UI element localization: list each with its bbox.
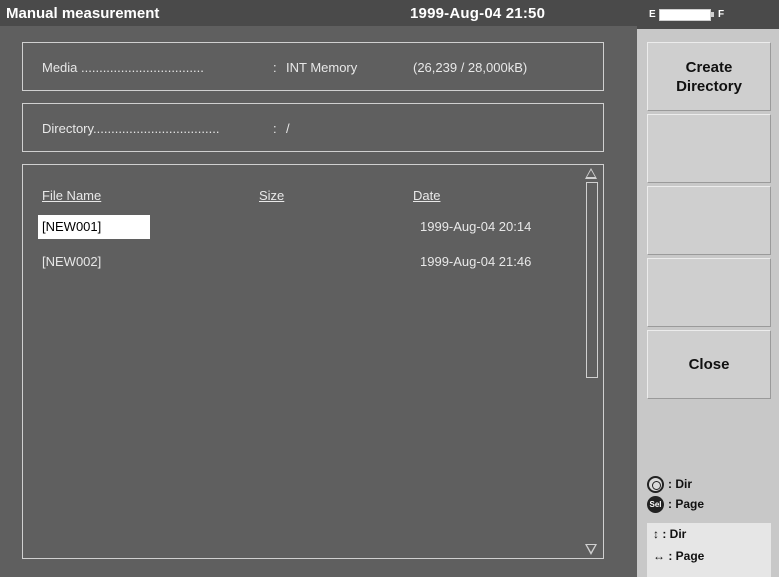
file-date: 1999-Aug-04 21:46 [420, 254, 532, 269]
legend-rotary: : Dir [647, 474, 771, 494]
function-key-2[interactable] [647, 114, 771, 183]
title-bar: Manual measurement 1999-Aug-04 21:50 [0, 0, 637, 26]
legend-rotary-text: : Dir [668, 477, 692, 491]
file-name: [NEW002] [42, 254, 102, 269]
directory-panel: Directory...............................… [22, 103, 604, 152]
battery-terminal [711, 12, 714, 17]
create-directory-button[interactable]: Create Directory [647, 42, 771, 111]
sel-button-icon: Sel [647, 495, 664, 513]
left-right-arrow-icon: ↔ [653, 549, 665, 563]
arrow-key-legend: ↕ : Dir ↔ : Page [647, 523, 771, 577]
column-header-date[interactable]: Date [413, 188, 440, 203]
scroll-down-arrow-icon[interactable] [585, 544, 597, 555]
media-usage: (26,239 / 28,000kB) [413, 60, 528, 75]
legend-leftright-text: : Page [668, 549, 705, 563]
media-label: Media .................................. [42, 60, 204, 75]
close-button[interactable]: Close [647, 330, 771, 399]
file-row[interactable]: [NEW001] 1999-Aug-04 20:14 [38, 215, 558, 239]
up-down-arrow-icon: ↕ [653, 527, 659, 541]
scroll-up-arrow-icon[interactable] [585, 168, 597, 179]
knob-legend: : Dir Sel : Page [647, 474, 771, 514]
function-key-4[interactable] [647, 258, 771, 327]
media-panel: Media ..................................… [22, 42, 604, 91]
column-header-size[interactable]: Size [259, 188, 284, 203]
directory-separator: : [273, 121, 277, 136]
legend-select: Sel : Page [647, 494, 771, 514]
column-header-filename[interactable]: File Name [42, 188, 101, 203]
directory-label: Directory...............................… [42, 121, 220, 136]
battery-icon [659, 9, 711, 21]
function-key-panel: Create Directory Close : Dir Sel : Page … [637, 29, 779, 577]
legend-updown: ↕ : Dir [653, 527, 686, 541]
battery-empty-label: E [649, 9, 656, 20]
page-title: Manual measurement [6, 5, 160, 22]
clock: 1999-Aug-04 21:50 [410, 5, 546, 22]
scrollbar-thumb[interactable] [586, 182, 598, 378]
battery-indicator: E F [637, 0, 779, 29]
file-list[interactable]: File Name Size Date [NEW001] 1999-Aug-04… [22, 164, 604, 559]
media-value: INT Memory [286, 60, 358, 75]
file-name: [NEW001] [38, 215, 150, 239]
file-row[interactable]: [NEW002] 1999-Aug-04 21:46 [38, 250, 558, 274]
battery-full-label: F [718, 9, 725, 20]
legend-updown-text: : Dir [662, 527, 687, 541]
media-separator: : [273, 60, 277, 75]
rotary-knob-icon [647, 475, 664, 493]
function-key-3[interactable] [647, 186, 771, 255]
directory-value: / [286, 121, 290, 136]
file-date: 1999-Aug-04 20:14 [420, 219, 532, 234]
legend-leftright: ↔ : Page [653, 549, 704, 563]
legend-select-text: : Page [668, 497, 705, 511]
